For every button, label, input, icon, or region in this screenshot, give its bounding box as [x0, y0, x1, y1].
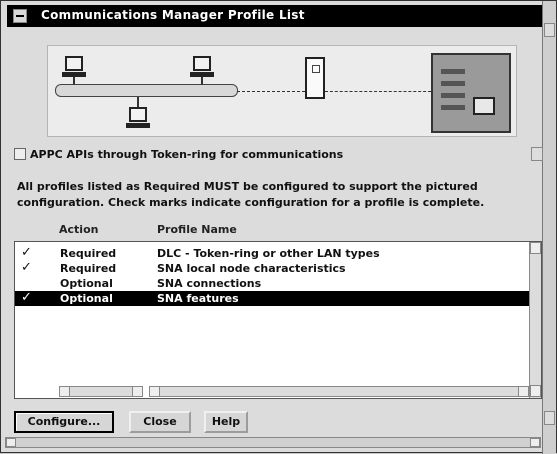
- profile-list-window: Communications Manager Profile List APPC…: [0, 0, 557, 454]
- workstation-icon: [65, 56, 83, 71]
- row-profile-name: SNA features: [157, 292, 239, 305]
- scroll-left-icon[interactable]: [60, 387, 70, 396]
- row-profile-name: SNA local node characteristics: [157, 262, 346, 275]
- help-button[interactable]: Help: [204, 411, 248, 433]
- scroll-right-icon[interactable]: [132, 387, 142, 396]
- workstation-base: [126, 123, 150, 128]
- row-action: Required: [60, 247, 117, 260]
- scroll-up-icon[interactable]: [530, 242, 541, 254]
- list-vertical-scrollbar[interactable]: [529, 242, 541, 398]
- option-scroll-button[interactable]: [531, 147, 543, 161]
- row-action: Optional: [60, 277, 113, 290]
- scroll-up-icon[interactable]: [544, 23, 555, 37]
- row-action: Optional: [60, 292, 113, 305]
- connector-line: [73, 77, 75, 85]
- token-ring-bus: [55, 84, 238, 97]
- system-menu-icon[interactable]: [13, 9, 27, 23]
- scroll-left-icon[interactable]: [150, 387, 160, 396]
- option-checkbox[interactable]: [14, 148, 26, 160]
- scroll-right-icon[interactable]: [530, 438, 540, 447]
- info-text: All profiles listed as Required MUST be …: [17, 180, 485, 209]
- check-icon: ✓: [21, 260, 32, 275]
- workstation-icon: [129, 107, 147, 122]
- table-row[interactable]: Optional SNA connections: [15, 276, 541, 291]
- host-computer-icon: [431, 53, 511, 133]
- connector-line: [201, 77, 203, 85]
- window-title: Communications Manager Profile List: [41, 8, 305, 22]
- column-header-profile-name: Profile Name: [157, 223, 237, 236]
- name-horizontal-scrollbar[interactable]: [149, 386, 529, 397]
- scroll-left-icon[interactable]: [6, 438, 16, 447]
- title-bar[interactable]: Communications Manager Profile List: [7, 5, 543, 27]
- column-header-action: Action: [59, 223, 99, 236]
- row-action: Required: [60, 262, 117, 275]
- scroll-right-icon[interactable]: [518, 387, 528, 396]
- check-icon: ✓: [21, 245, 32, 260]
- scroll-down-icon[interactable]: [544, 411, 555, 425]
- connection-line: [237, 91, 305, 92]
- configure-button[interactable]: Configure...: [14, 411, 114, 433]
- option-row[interactable]: APPC APIs through Token-ring for communi…: [14, 145, 343, 163]
- table-row[interactable]: ✓ Required SNA local node characteristic…: [15, 260, 541, 276]
- table-row[interactable]: ✓ Required DLC - Token-ring or other LAN…: [15, 245, 541, 261]
- connection-line: [325, 91, 431, 92]
- connector-line: [137, 97, 139, 107]
- row-profile-name: SNA connections: [157, 277, 262, 290]
- close-button[interactable]: Close: [129, 411, 191, 433]
- scroll-down-icon[interactable]: [530, 385, 541, 397]
- profile-list[interactable]: ✓ Required DLC - Token-ring or other LAN…: [14, 241, 542, 399]
- window-horizontal-scrollbar[interactable]: [5, 437, 541, 448]
- check-icon: ✓: [21, 290, 32, 305]
- action-horizontal-scrollbar[interactable]: [59, 386, 143, 397]
- terminal-icon: [473, 97, 495, 115]
- workstation-icon: [193, 56, 211, 71]
- vertical-scrollbar-window[interactable]: [542, 1, 556, 454]
- option-label: APPC APIs through Token-ring for communi…: [30, 147, 344, 161]
- server-tower-icon: [305, 57, 325, 99]
- row-profile-name: DLC - Token-ring or other LAN types: [157, 247, 380, 260]
- table-row-selected[interactable]: ✓ Optional SNA features: [15, 290, 541, 306]
